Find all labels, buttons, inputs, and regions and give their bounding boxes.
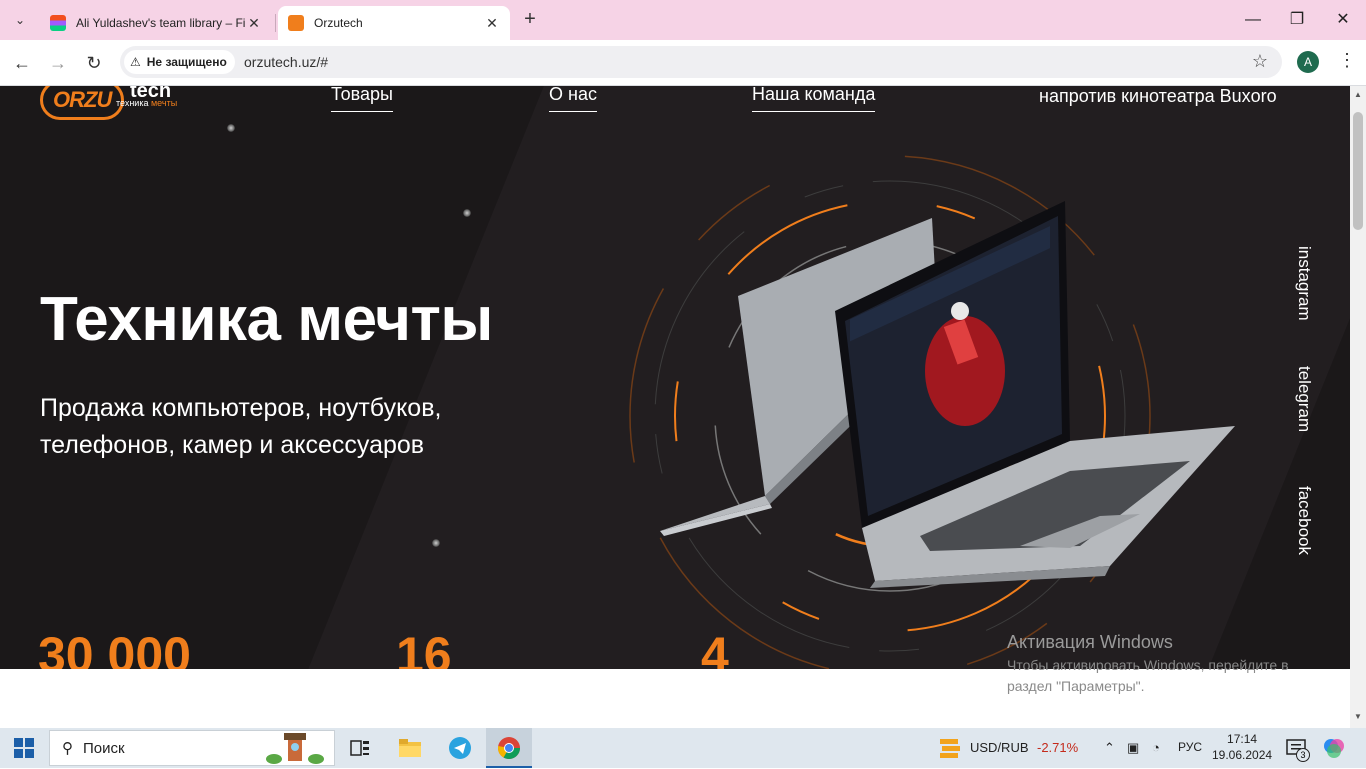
close-icon[interactable]: ✕ — [484, 15, 500, 32]
tab-orzutech[interactable]: Orzutech ✕ — [278, 6, 510, 40]
windows-activation-watermark: Активация Windows Чтобы активировать Win… — [1007, 632, 1327, 697]
bookmark-star-icon[interactable]: ☆ — [1252, 51, 1268, 72]
scroll-down-icon[interactable]: ▼ — [1354, 712, 1362, 721]
figma-icon — [50, 15, 66, 31]
social-link-facebook[interactable]: facebook — [1294, 486, 1314, 555]
dust-particle — [227, 124, 235, 132]
dust-particle — [463, 209, 471, 217]
orzutech-favicon-icon — [288, 15, 304, 31]
tagline-part: техника — [116, 98, 149, 108]
language-indicator[interactable]: РУС — [1178, 740, 1202, 754]
activation-text: Чтобы активировать Windows, перейдите в … — [1007, 657, 1289, 694]
close-icon[interactable]: ✕ — [246, 15, 262, 32]
new-tab-button[interactable]: + — [518, 8, 542, 32]
social-link-telegram[interactable]: telegram — [1294, 366, 1314, 432]
currency-widget-icon[interactable] — [936, 734, 964, 762]
taskbar-search-label: Поиск — [83, 739, 125, 757]
tagline-accent: мечты — [150, 98, 178, 108]
nav-link-products[interactable]: Товары — [331, 86, 393, 112]
site-logo[interactable]: ORZU tech техника мечты — [40, 86, 177, 120]
search-highlight-illustration — [264, 731, 326, 765]
tab-divider — [275, 14, 276, 32]
tab-title: Orzutech — [314, 16, 363, 30]
dust-particle — [432, 539, 440, 547]
stat-customers: 30 000 — [38, 627, 191, 669]
meet-now-icon[interactable]: ▣ — [1127, 740, 1139, 756]
browser-toolbar: ← → ↻ ⚠ Не защищено orzutech.uz/# ☆ A ⋮ — [0, 40, 1366, 86]
forward-button[interactable]: → — [45, 50, 71, 76]
telegram-icon[interactable] — [446, 734, 474, 762]
kebab-menu-icon[interactable]: ⋮ — [1338, 50, 1356, 71]
minimize-button[interactable]: — — [1230, 6, 1276, 34]
warning-icon: ⚠ — [130, 55, 141, 69]
file-explorer-icon[interactable] — [396, 734, 424, 762]
chrome-icon[interactable] — [495, 734, 523, 762]
chevron-down-icon: ⌄ — [14, 13, 26, 27]
profile-avatar[interactable]: A — [1297, 51, 1319, 73]
security-label: Не защищено — [146, 55, 227, 69]
tab-title: Ali Yuldashev's team library – Fi — [76, 16, 246, 30]
tab-search-button[interactable]: ⌄ — [8, 8, 32, 32]
nav-link-about[interactable]: О нас — [549, 86, 597, 112]
reload-button[interactable]: ↻ — [81, 50, 107, 76]
taskbar-search[interactable]: ⚲ Поиск — [49, 730, 335, 766]
url-text[interactable]: orzutech.uz/# — [244, 54, 328, 70]
hero-section: ORZU tech техника мечты Товары О нас Наш… — [0, 86, 1350, 669]
hero-title: Техника мечты — [40, 285, 493, 354]
system-clock[interactable]: 17:14 19.06.2024 — [1212, 731, 1272, 763]
activation-title: Активация Windows — [1007, 632, 1173, 652]
windows-taskbar: ⚲ Поиск USD/RUB -2.71% ⌃ ▣ ◔ РУС 17:14 1… — [0, 728, 1366, 768]
windows-start-icon[interactable] — [14, 738, 34, 758]
clock-time: 17:14 — [1227, 732, 1258, 746]
logo-tagline: техника мечты — [116, 98, 177, 108]
currency-change: -2.71% — [1037, 740, 1079, 755]
notifications-icon[interactable]: 3 — [1282, 734, 1310, 762]
address-bar[interactable]: ⚠ Не защищено orzutech.uz/# ☆ — [120, 46, 1282, 78]
currency-pair[interactable]: USD/RUB — [970, 740, 1029, 755]
social-link-instagram[interactable]: instagram — [1294, 246, 1314, 321]
restore-button[interactable]: ❐ — [1274, 6, 1320, 34]
stat-years: 16 — [396, 627, 452, 669]
stat-stores: 4 — [701, 627, 729, 669]
copilot-icon[interactable] — [1320, 734, 1348, 762]
search-icon: ⚲ — [62, 740, 73, 757]
hero-subtitle: Продажа компьютеров, ноутбуков, телефоно… — [40, 394, 442, 459]
notification-count: 3 — [1296, 748, 1310, 762]
tab-figma[interactable]: Ali Yuldashev's team library – Fi ✕ — [40, 6, 272, 40]
close-window-button[interactable]: ✕ — [1320, 6, 1366, 34]
logo-brand: ORZU — [40, 86, 125, 120]
clock-date: 19.06.2024 — [1212, 748, 1273, 762]
back-button[interactable]: ← — [9, 50, 35, 76]
nav-link-team[interactable]: Наша команда — [752, 86, 876, 112]
task-view-icon[interactable] — [346, 734, 374, 762]
scroll-up-icon[interactable]: ▲ — [1354, 90, 1362, 99]
page-scrollbar[interactable]: ▲ ▼ — [1350, 86, 1366, 728]
laptop-illustration — [629, 155, 1235, 669]
security-chip[interactable]: ⚠ Не защищено — [124, 50, 235, 74]
scrollbar-thumb[interactable] — [1353, 112, 1363, 230]
chevron-up-icon[interactable]: ⌃ — [1104, 740, 1115, 756]
wifi-icon[interactable]: ◔ — [1152, 740, 1160, 755]
store-address: напротив кинотеатра Buxoro — [1039, 86, 1277, 106]
tab-strip: ⌄ Ali Yuldashev's team library – Fi ✕ Or… — [0, 0, 1366, 40]
